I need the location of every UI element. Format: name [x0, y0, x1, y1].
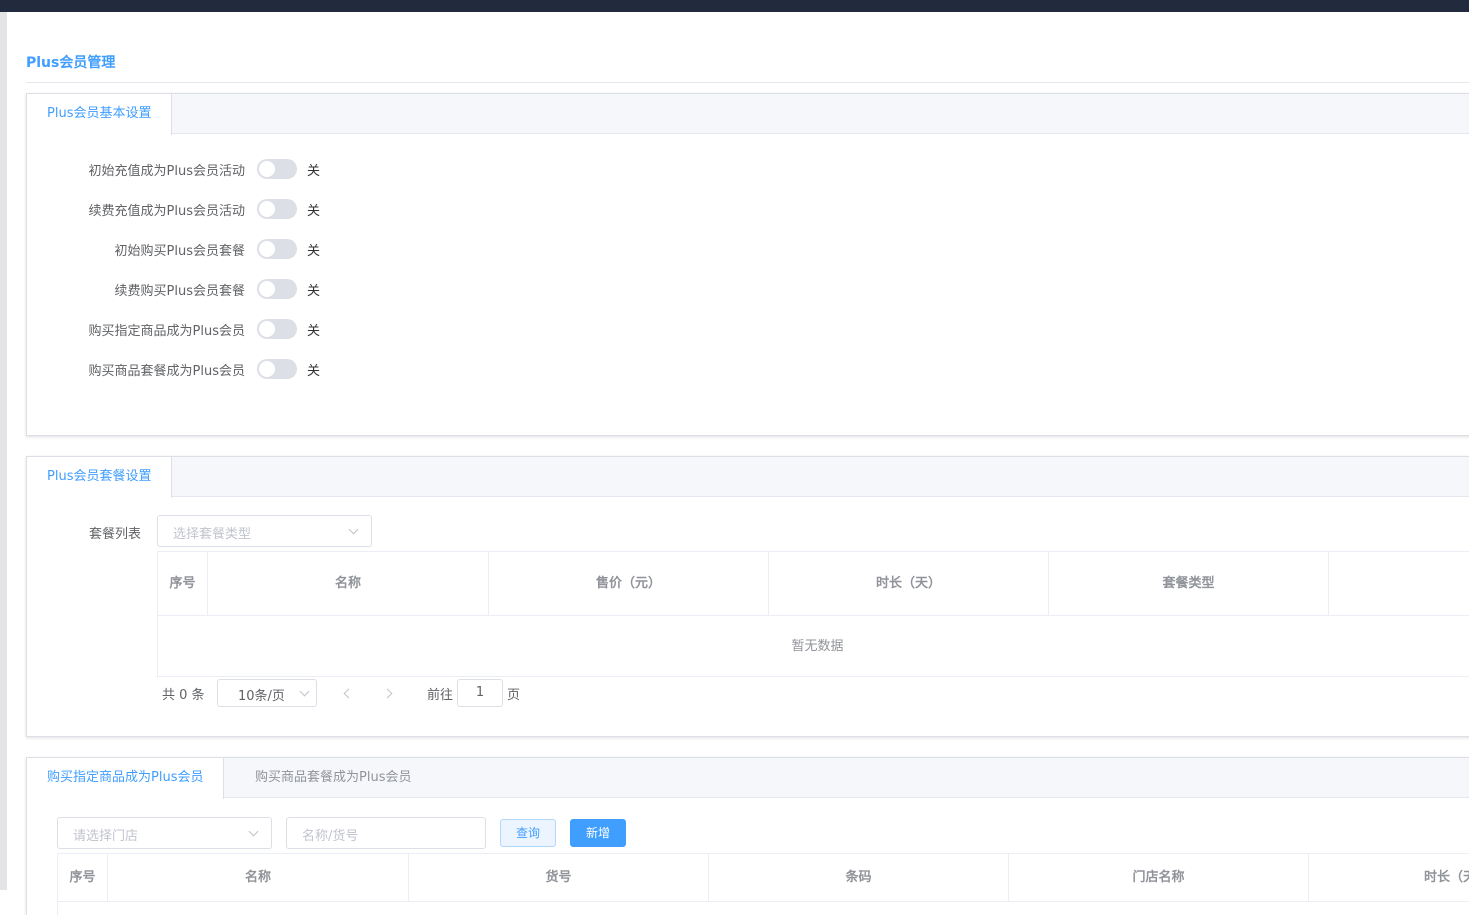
left-sidebar-rail	[0, 12, 7, 890]
column-header: 套餐类型	[1049, 552, 1329, 616]
setting-row-initial-package: 初始购买Plus会员套餐 关	[27, 237, 427, 261]
toggle-state-text: 关	[307, 244, 321, 259]
setting-label: 续费购买Plus会员套餐	[114, 284, 245, 299]
toggle-goods-package[interactable]	[257, 359, 297, 379]
chevron-down-icon	[348, 524, 359, 535]
column-header: 售价（元）	[489, 552, 769, 616]
setting-row-initial-recharge: 初始充值成为Plus会员活动 关	[27, 157, 427, 181]
package-type-select[interactable]: 选择套餐类型	[157, 515, 372, 547]
page-title: Plus会员管理	[26, 55, 116, 71]
input-placeholder: 名称/货号	[302, 829, 359, 844]
chevron-down-icon	[248, 826, 259, 837]
tab-goods-package[interactable]: 购买商品套餐成为Plus会员	[235, 758, 431, 798]
toggle-state-text: 关	[307, 324, 321, 339]
column-header: 门店名称	[1009, 854, 1309, 902]
column-header: 时长（天）	[1424, 870, 1469, 885]
basic-settings-card: Plus会员基本设置 初始充值成为Plus会员活动 关 续费充值成为Plus会员…	[26, 93, 1469, 436]
column-header: 时长（天）	[769, 552, 1049, 616]
tab-specified-goods[interactable]: 购买指定商品成为Plus会员	[27, 758, 225, 799]
setting-label: 购买指定商品成为Plus会员	[88, 324, 245, 339]
toggle-state-text: 关	[307, 164, 321, 179]
package-settings-card: Plus会员套餐设置 套餐列表 选择套餐类型 序号 名称 售价（元） 时长（天）…	[26, 456, 1469, 737]
toggle-state-text: 关	[307, 284, 321, 299]
toggle-knob	[259, 321, 275, 337]
setting-row-goods-package: 购买商品套餐成为Plus会员 关	[27, 357, 427, 381]
pagination-total: 共 0 条	[162, 688, 205, 703]
column-header: 条码	[709, 854, 1009, 902]
select-placeholder: 选择套餐类型	[173, 527, 252, 542]
title-divider	[26, 82, 1469, 83]
query-button[interactable]: 查询	[500, 819, 557, 847]
toggle-state-text: 关	[307, 204, 321, 219]
prev-page-icon[interactable]	[343, 688, 354, 699]
store-select[interactable]: 请选择门店	[57, 817, 272, 849]
package-table: 序号 名称 售价（元） 时长（天） 套餐类型 状 暂无数据	[157, 551, 1469, 678]
setting-row-renew-recharge: 续费充值成为Plus会员活动 关	[27, 197, 427, 221]
next-page-icon[interactable]	[382, 688, 393, 699]
toggle-initial-package[interactable]	[257, 239, 297, 259]
table-empty-text: 暂无数据	[158, 617, 1469, 677]
goods-table: 序号 名称 货号 条码 门店名称 时长（天）	[57, 853, 1469, 915]
toggle-knob	[259, 201, 275, 217]
goods-tabbar: 购买指定商品成为Plus会员 购买商品套餐成为Plus会员	[27, 758, 1469, 799]
toggle-initial-recharge[interactable]	[257, 159, 297, 179]
chevron-down-icon	[299, 686, 310, 697]
toggle-knob	[259, 361, 275, 377]
basic-settings-tabbar: Plus会员基本设置	[27, 94, 1469, 135]
toggle-state-text: 关	[307, 364, 321, 379]
column-header: 序号	[58, 854, 108, 902]
setting-label: 购买商品套餐成为Plus会员	[88, 364, 245, 379]
setting-row-specified-goods: 购买指定商品成为Plus会员 关	[27, 317, 427, 341]
page-number-input[interactable]: 1	[457, 679, 503, 707]
tab-basic-settings[interactable]: Plus会员基本设置	[27, 94, 173, 135]
column-header: 序号	[158, 552, 208, 616]
name-sku-input[interactable]: 名称/货号	[286, 817, 486, 849]
toggle-renew-package[interactable]	[257, 279, 297, 299]
column-header: 名称	[208, 552, 489, 616]
package-list-label: 套餐列表	[89, 527, 142, 542]
column-header: 状	[1329, 552, 1469, 616]
tab-package-settings[interactable]: Plus会员套餐设置	[27, 457, 173, 498]
goods-table-header: 序号 名称 货号 条码 门店名称 时长（天）	[58, 854, 1469, 902]
column-header: 货号	[409, 854, 709, 902]
setting-label: 初始购买Plus会员套餐	[114, 244, 245, 259]
setting-label: 初始充值成为Plus会员活动	[88, 164, 245, 179]
setting-row-renew-package: 续费购买Plus会员套餐 关	[27, 277, 427, 301]
package-settings-tabbar: Plus会员套餐设置	[27, 457, 1469, 498]
page-size-value: 10条/页	[238, 689, 285, 704]
setting-label: 续费充值成为Plus会员活动	[88, 204, 245, 219]
column-header: 名称	[108, 854, 409, 902]
add-button[interactable]: 新增	[570, 819, 627, 847]
goto-suffix: 页	[507, 688, 521, 703]
toggle-knob	[259, 281, 275, 297]
toggle-renew-recharge[interactable]	[257, 199, 297, 219]
goods-card: 购买指定商品成为Plus会员 购买商品套餐成为Plus会员 请选择门店 名称/货…	[26, 757, 1469, 915]
toggle-knob	[259, 241, 275, 257]
goto-prefix: 前往	[427, 688, 454, 703]
toggle-knob	[259, 161, 275, 177]
package-table-header: 序号 名称 售价（元） 时长（天） 套餐类型 状	[158, 552, 1469, 616]
select-placeholder: 请选择门店	[73, 829, 139, 844]
page-size-select[interactable]: 10条/页	[217, 679, 317, 707]
top-navbar	[0, 0, 1469, 12]
toggle-specified-goods[interactable]	[257, 319, 297, 339]
